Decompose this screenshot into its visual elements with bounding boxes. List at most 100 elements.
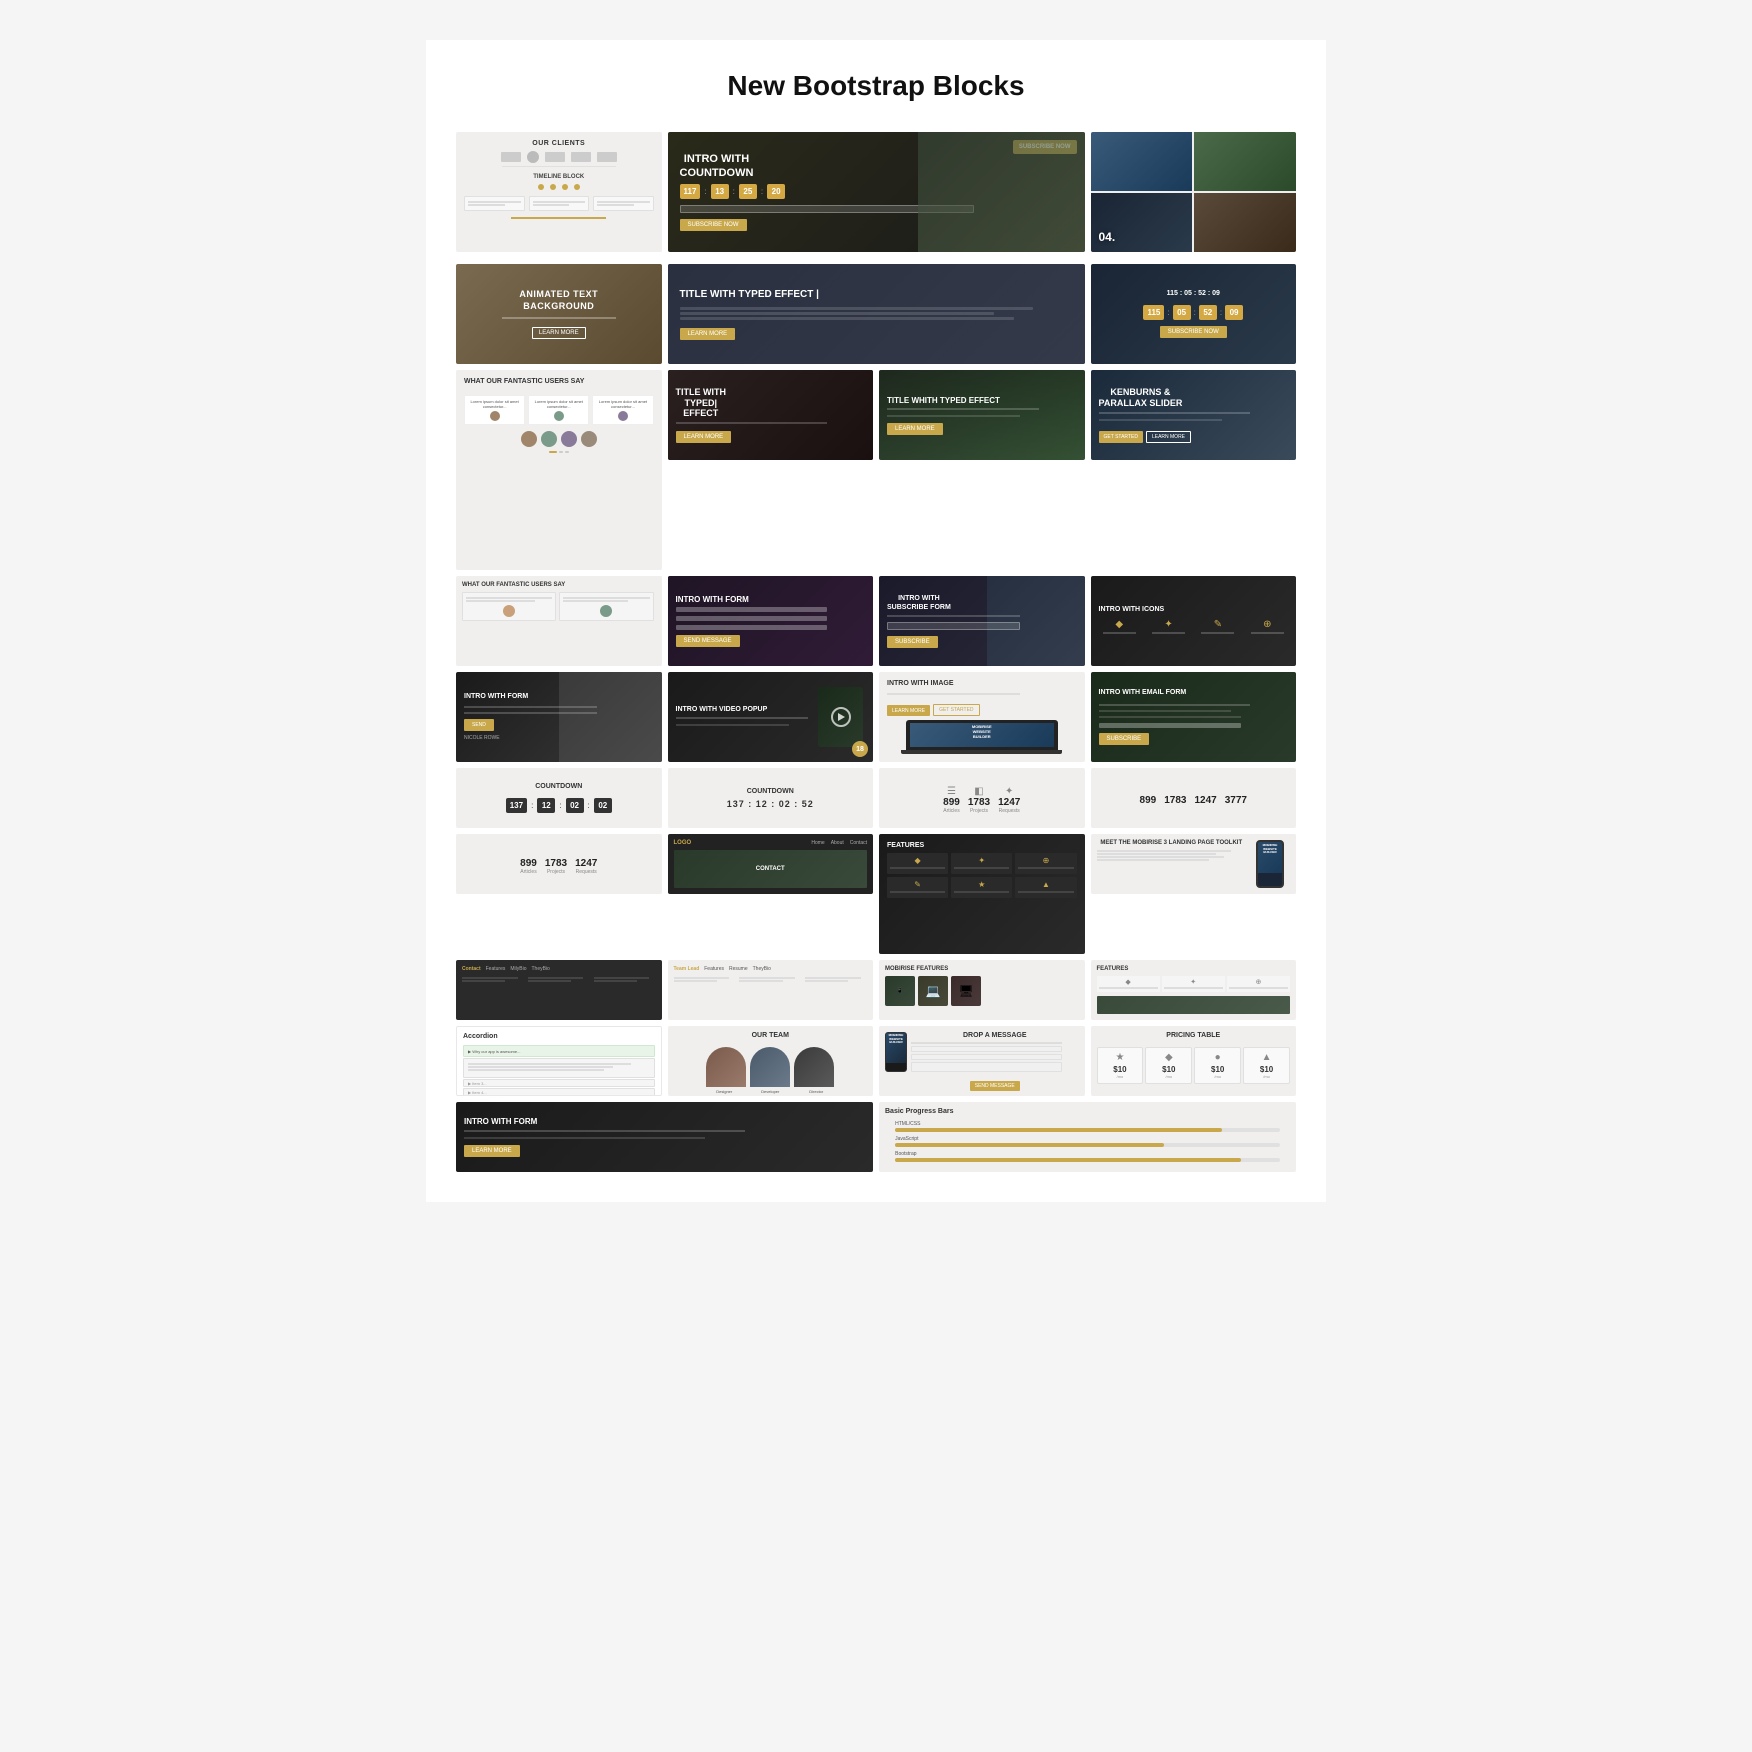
features-dark-title: FEATURES bbox=[887, 842, 924, 849]
drop-textarea[interactable] bbox=[911, 1062, 1062, 1072]
stat-num-4-4: 3777 bbox=[1225, 795, 1247, 806]
photo-2 bbox=[1194, 132, 1296, 191]
block-intro-countdown: SUBSCRIBE NOW INTRO WITHCOUNTDOWN 117 : … bbox=[668, 132, 1085, 252]
typed-btn-3[interactable]: LEARN MORE bbox=[887, 423, 943, 435]
price-3: ● $10 /mo bbox=[1194, 1047, 1241, 1084]
typed-btn-2[interactable]: LEARN MORE bbox=[676, 431, 732, 443]
av-3 bbox=[561, 431, 577, 447]
intro-img-title: INTRO WITH IMAGE bbox=[887, 680, 954, 687]
mobirise-screen-text: 📱 bbox=[897, 988, 903, 994]
gallery-number: 04. bbox=[1099, 230, 1116, 244]
laptop-mockup: MOBIRISEWEBSITEBUILDER bbox=[887, 720, 1077, 754]
stat-num-4-1: 899 bbox=[1140, 795, 1157, 806]
meet-phone-screen: MOBIRISEWEBSITEBUILDER bbox=[1258, 842, 1282, 873]
accordion-item-4[interactable]: ▶ Item 4... bbox=[463, 1088, 655, 1096]
mobirise-feat-icon: 💻 bbox=[926, 984, 941, 998]
block-meet-mobirise: MEET THE MOBIRISE 3 LANDING PAGE TOOLKIT… bbox=[1091, 834, 1297, 894]
nav-item-1[interactable]: Home bbox=[811, 840, 824, 846]
intro-img-btn-1[interactable]: LEARN MORE bbox=[887, 705, 930, 716]
block-intro-image: INTRO WITH IMAGE LEARN MORE GET STARTED … bbox=[879, 672, 1085, 762]
anim-text-title-1: ANIMATED TEXTBACKGROUND bbox=[519, 289, 598, 312]
drop-subtitle bbox=[911, 1042, 1062, 1044]
accordion-item-1[interactable]: ▶ Why our app is awesome... bbox=[463, 1045, 655, 1057]
typed-divider-3 bbox=[887, 408, 1039, 410]
icon-item-3: ✎ bbox=[1197, 619, 1238, 636]
nl-item-1[interactable]: Team Lead bbox=[674, 966, 700, 972]
nav-item-home[interactable]: Contact bbox=[462, 966, 481, 972]
stat-num-3: 1247 bbox=[998, 797, 1020, 808]
sf-input[interactable] bbox=[887, 622, 1020, 630]
stat-lbl-2: Projects bbox=[968, 808, 990, 814]
block-users-say-1: WHAT OUR FANTASTIC USERS SAY Lorem ipsum… bbox=[456, 370, 662, 570]
team-photos bbox=[706, 1047, 834, 1087]
nld-l2 bbox=[674, 980, 717, 982]
icon-item-2: ✦ bbox=[1148, 619, 1189, 636]
drop-input-2[interactable] bbox=[911, 1054, 1062, 1060]
t2-av bbox=[600, 605, 612, 617]
nl-item-2[interactable]: Features bbox=[704, 966, 724, 972]
block-users-say-2: WHAT OUR FANTASTIC USERS SAY bbox=[456, 576, 662, 666]
testimonial-cards: Lorem ipsum dolor sit amet consectetur..… bbox=[464, 395, 654, 425]
stat-icon-sym-1: ☰ bbox=[943, 786, 960, 797]
feat-dark-text-2 bbox=[954, 867, 1009, 869]
drop-input-1[interactable] bbox=[911, 1046, 1062, 1052]
typed-text-line bbox=[887, 415, 1020, 417]
nav-item-about[interactable]: MilyBio bbox=[510, 966, 526, 972]
pricing-title: PRICING TABLE bbox=[1166, 1032, 1220, 1039]
block-animated-text-bg-1: ANIMATED TEXTBACKGROUND LEARN MORE bbox=[456, 264, 662, 364]
ifb-btn[interactable]: LEARN MORE bbox=[464, 1145, 520, 1157]
anim-btn-1[interactable]: LEARN MORE bbox=[532, 327, 586, 339]
cd1-1: 137 bbox=[506, 798, 527, 813]
kenburns-btn-2[interactable]: LEARN MORE bbox=[1146, 431, 1191, 443]
meet-line-2 bbox=[1097, 853, 1217, 855]
subscribe-button[interactable]: SUBSCRIBE NOW bbox=[680, 219, 747, 231]
typed-btn[interactable]: LEARN MORE bbox=[680, 328, 736, 340]
icon-text-1 bbox=[1103, 632, 1136, 634]
nav-item-2[interactable]: About bbox=[831, 840, 844, 846]
test-avatar-2 bbox=[554, 411, 564, 421]
feat-dark-icon-5: ★ bbox=[954, 880, 1009, 889]
sf-btn[interactable]: SUBSCRIBE bbox=[887, 636, 938, 648]
icon-4: ⊕ bbox=[1247, 619, 1288, 630]
video-divider bbox=[676, 717, 809, 719]
email-btn[interactable]: SUBSCRIBE bbox=[1099, 733, 1150, 745]
users-say-title-1: WHAT OUR FANTASTIC USERS SAY bbox=[464, 378, 584, 385]
nav-item-contact[interactable]: TheyBio bbox=[531, 966, 549, 972]
block-drop-message: MOBIRISEWEBSITEBUILDER DROP A MESSAGE SE… bbox=[879, 1026, 1085, 1096]
price-val-3: $10 bbox=[1197, 1065, 1238, 1074]
cnt-4: 09 bbox=[1225, 305, 1243, 320]
form-dark-caption: NICOLE ROWE bbox=[464, 735, 500, 741]
intro-form-btn-1[interactable]: SEND MESSAGE bbox=[676, 635, 740, 647]
ifb-text bbox=[464, 1137, 705, 1139]
block-nav-dark: LOGO Home About Contact CONTACT bbox=[668, 834, 874, 894]
nav-item-features[interactable]: Features bbox=[486, 966, 506, 972]
stat-lbl-3: Requests bbox=[998, 808, 1020, 814]
intro-img-btn-2[interactable]: GET STARTED bbox=[933, 704, 979, 716]
intro-form-dark-title: INTRO WITH FORM bbox=[464, 693, 528, 701]
kenburns-btn-1[interactable]: GET STARTED bbox=[1099, 431, 1143, 443]
form-dark-line-1 bbox=[464, 706, 597, 708]
team-photo-1 bbox=[706, 1047, 746, 1087]
progress-2-wrap: JavaScript bbox=[895, 1136, 1280, 1147]
feat-2-icon-2: ✦ bbox=[1164, 978, 1223, 986]
dot-1 bbox=[559, 451, 563, 453]
feat-dark-3: ⊕ bbox=[1015, 853, 1076, 874]
block-features-dark: FEATURES ◆ ✦ ⊕ bbox=[879, 834, 1085, 954]
nl-item-3[interactable]: Resume bbox=[729, 966, 748, 972]
nav-desc-2 bbox=[528, 976, 590, 983]
drop-btn[interactable]: SEND MESSAGE bbox=[970, 1081, 1020, 1091]
counter-btn[interactable]: SUBSCRIBE NOW bbox=[1160, 326, 1227, 338]
intro-form-bottom-title: INTRO WITH FORM bbox=[464, 1117, 537, 1127]
accordion-item-3[interactable]: ▶ Item 3... bbox=[463, 1079, 655, 1087]
logo-3 bbox=[545, 152, 565, 162]
nl-item-4[interactable]: TheyBio bbox=[753, 966, 771, 972]
price-icon-3: ● bbox=[1197, 1052, 1238, 1063]
t1-l1 bbox=[466, 597, 552, 599]
email-input[interactable] bbox=[1099, 723, 1241, 728]
form-dark-btn[interactable]: SEND bbox=[464, 719, 494, 731]
logo-1 bbox=[501, 152, 521, 162]
intro-img-line bbox=[887, 693, 1020, 695]
feat-2-t2 bbox=[1164, 987, 1223, 989]
cd1-4: 02 bbox=[594, 798, 612, 813]
nav-item-3[interactable]: Contact bbox=[850, 840, 867, 846]
